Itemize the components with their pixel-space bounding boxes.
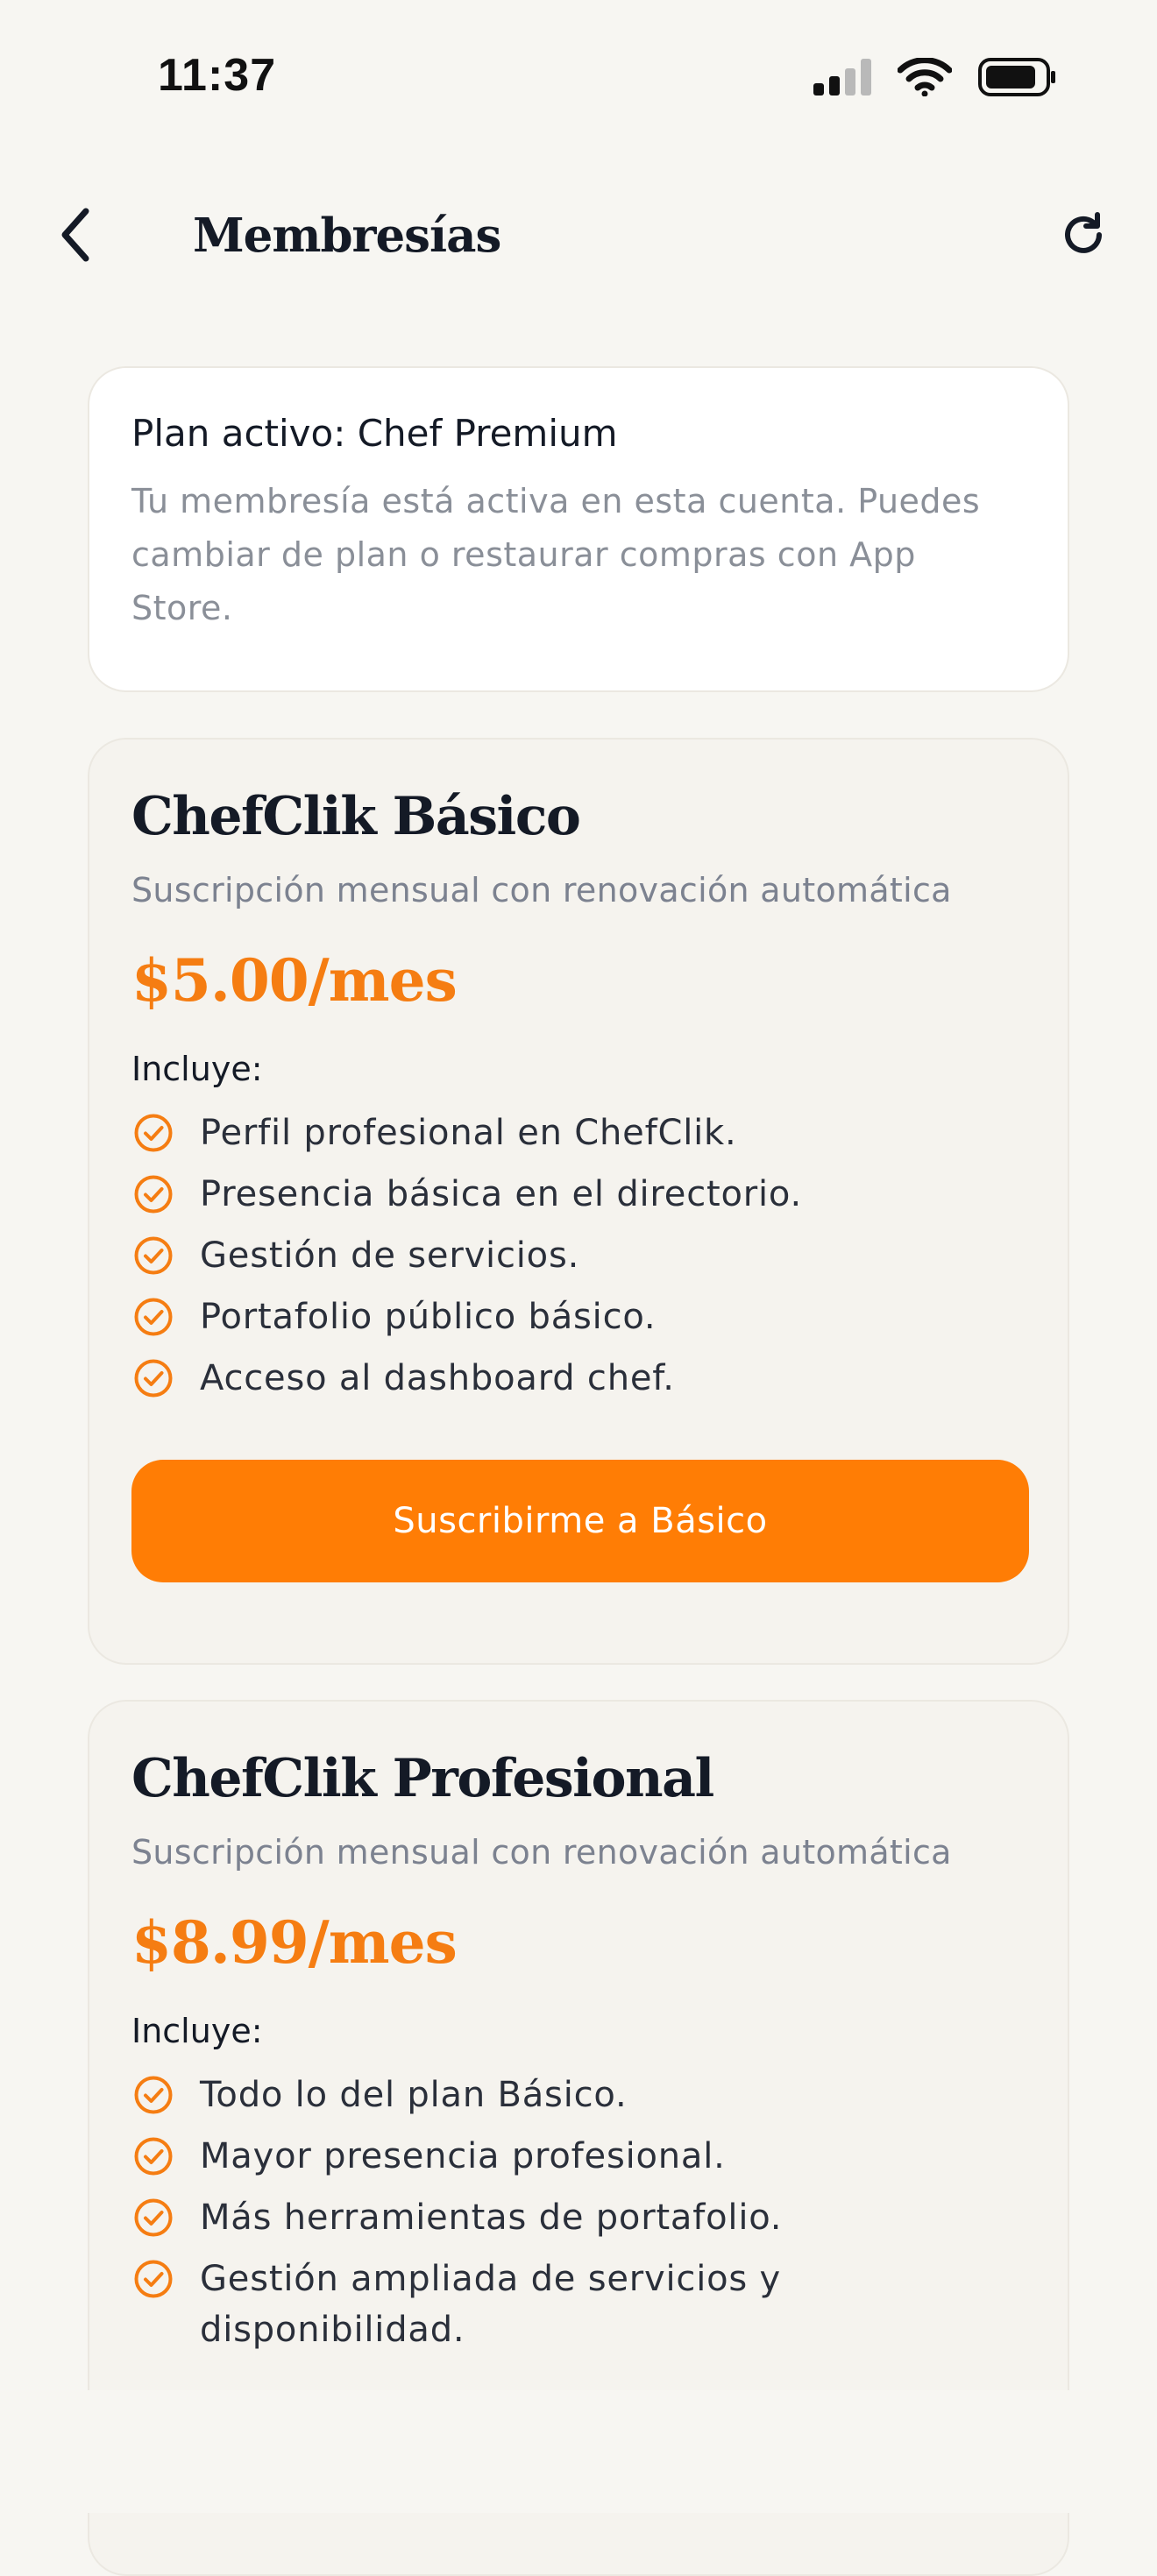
refresh-button[interactable] <box>1050 203 1117 270</box>
plan-subtitle: Suscripción mensual con renovación autom… <box>131 1833 952 1872</box>
feature-text: Gestión de servicios. <box>200 1235 580 1276</box>
feature-item: Gestión de servicios. <box>131 1230 1026 1281</box>
active-plan-title: Plan activo: Chef Premium <box>131 412 618 455</box>
check-circle-icon <box>131 1108 175 1158</box>
cellular-signal-icon <box>813 59 871 99</box>
plan-name: ChefClik Básico <box>131 786 581 847</box>
feature-item: Presencia básica en el directorio. <box>131 1169 1026 1220</box>
nav-bar: Membresías <box>0 184 1157 289</box>
active-plan-description: Tu membresía está activa en esta cuenta.… <box>131 482 981 627</box>
status-time: 11:37 <box>158 50 277 101</box>
bottom-safe-area <box>0 2390 1157 2513</box>
check-circle-icon <box>131 1169 175 1220</box>
subscribe-basico-button[interactable]: Suscribirme a Básico <box>131 1460 1029 1582</box>
feature-list: Todo lo del plan Básico. Mayor presencia… <box>131 2070 1026 2355</box>
feature-text: Presencia básica en el directorio. <box>200 1174 802 1214</box>
feature-text: Gestión ampliada de servicios y disponib… <box>200 2259 782 2350</box>
check-circle-icon <box>131 2131 175 2182</box>
feature-item: Todo lo del plan Básico. <box>131 2070 1026 2120</box>
plan-subtitle: Suscripción mensual con renovación autom… <box>131 871 952 909</box>
wifi-icon <box>897 57 953 100</box>
check-circle-icon <box>131 2254 175 2304</box>
refresh-icon <box>1059 210 1108 263</box>
includes-label: Incluye: <box>131 2012 263 2050</box>
battery-icon <box>978 58 1057 100</box>
feature-item: Gestión ampliada de servicios y disponib… <box>131 2254 1026 2355</box>
active-plan-card: Plan activo: Chef Premium Tu membresía e… <box>88 366 1069 692</box>
feature-item: Acceso al dashboard chef. <box>131 1353 1026 1404</box>
feature-text: Portafolio público básico. <box>200 1297 657 1337</box>
page-title: Membresías <box>193 209 501 263</box>
plan-price: $8.99/mes <box>131 1908 458 1977</box>
back-button[interactable] <box>49 202 102 272</box>
chevron-left-icon <box>58 208 93 265</box>
check-circle-icon <box>131 2070 175 2120</box>
check-circle-icon <box>131 2192 175 2243</box>
check-circle-icon <box>131 1230 175 1281</box>
status-bar: 11:37 <box>0 0 1157 158</box>
feature-text: Mayor presencia profesional. <box>200 2136 726 2176</box>
feature-list: Perfil profesional en ChefClik. Presenci… <box>131 1108 1026 1404</box>
feature-item: Perfil profesional en ChefClik. <box>131 1108 1026 1158</box>
check-circle-icon <box>131 1353 175 1404</box>
plan-card-basico: ChefClik Básico Suscripción mensual con … <box>88 738 1069 1665</box>
feature-text: Acceso al dashboard chef. <box>200 1358 675 1398</box>
feature-item: Más herramientas de portafolio. <box>131 2192 1026 2243</box>
feature-item: Mayor presencia profesional. <box>131 2131 1026 2182</box>
status-icons <box>813 57 1057 100</box>
plan-name: ChefClik Profesional <box>131 1748 714 1809</box>
includes-label: Incluye: <box>131 1050 263 1088</box>
check-circle-icon <box>131 1292 175 1342</box>
feature-text: Todo lo del plan Básico. <box>200 2075 628 2115</box>
feature-text: Perfil profesional en ChefClik. <box>200 1113 737 1153</box>
feature-item: Portafolio público básico. <box>131 1292 1026 1342</box>
feature-text: Más herramientas de portafolio. <box>200 2197 783 2238</box>
plan-price: $5.00/mes <box>131 946 458 1015</box>
